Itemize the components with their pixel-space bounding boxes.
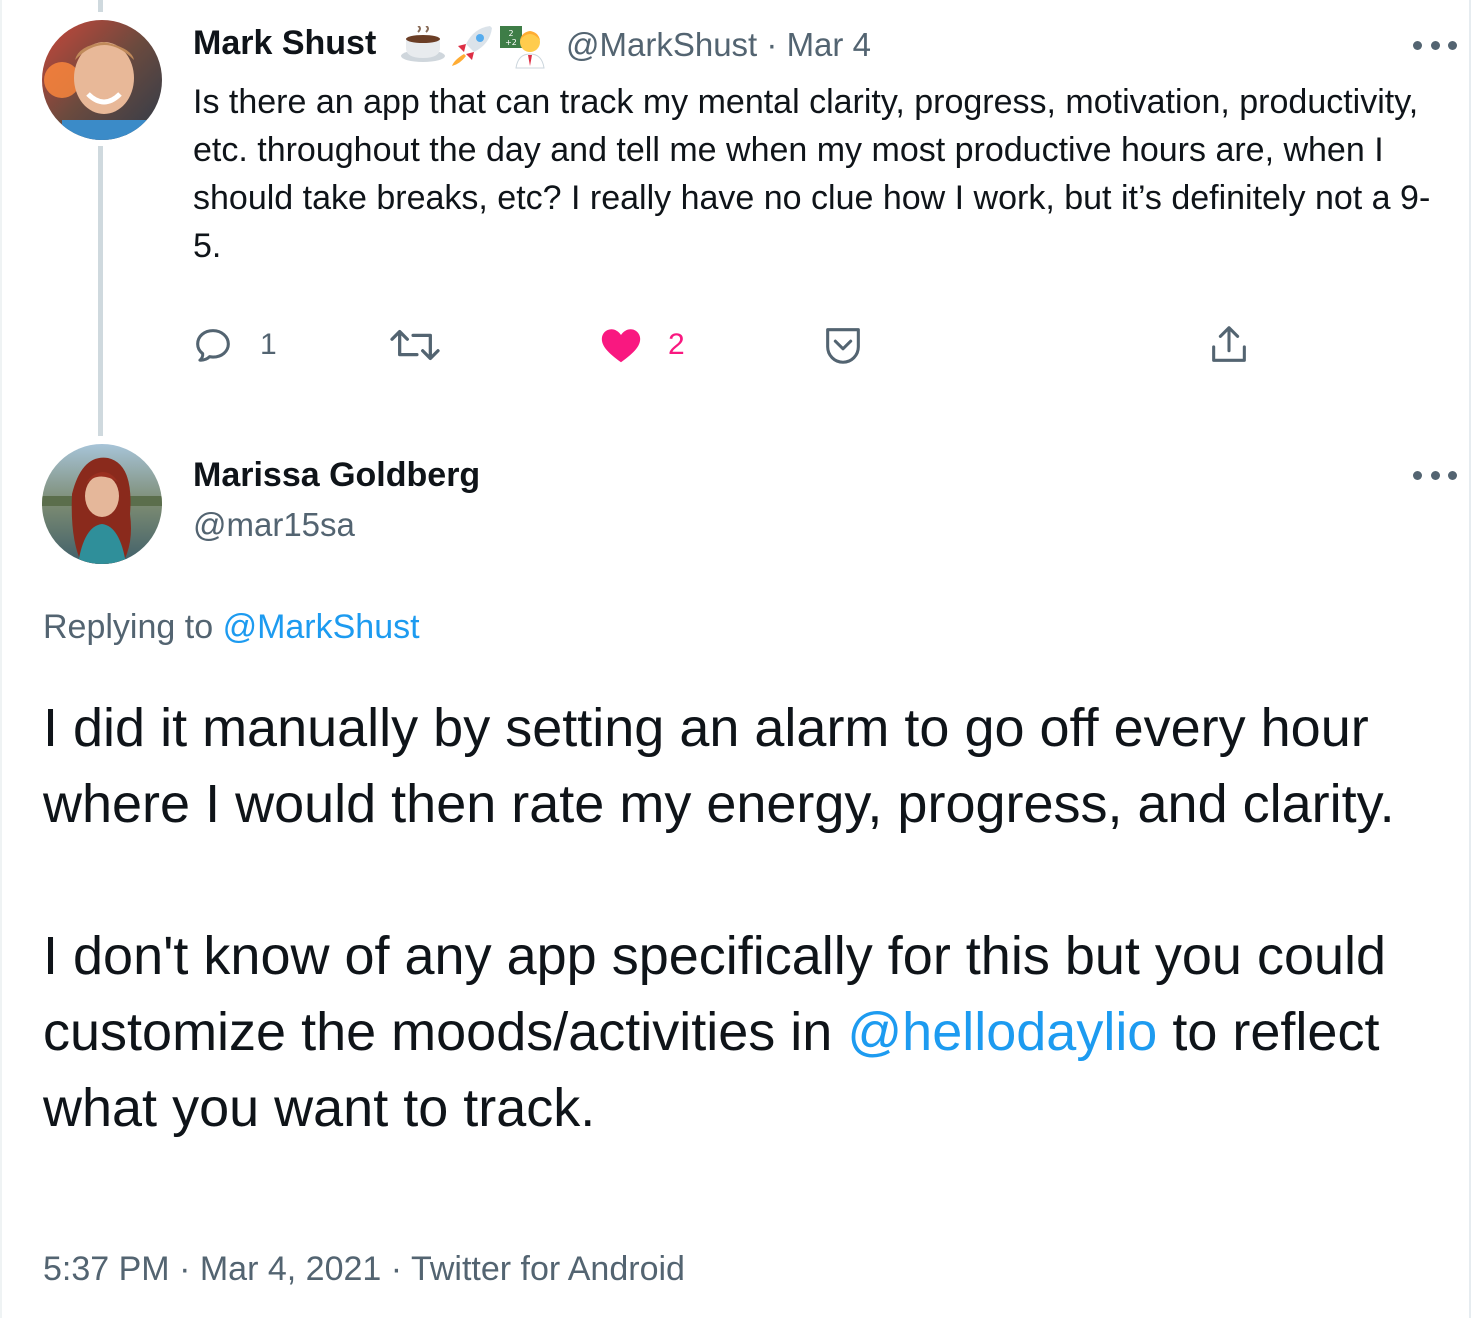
avatar-marissa-goldberg[interactable] xyxy=(42,444,162,564)
svg-text:2: 2 xyxy=(508,29,513,38)
author-emojis: 2 +2 xyxy=(400,22,546,70)
meta-separator: · xyxy=(179,1250,191,1288)
reply-tweet-text: I did it manually by setting an alarm to… xyxy=(43,690,1453,1146)
tweet-full-date[interactable]: Mar 4, 2021 xyxy=(200,1250,381,1288)
reply-button[interactable]: 1 xyxy=(190,320,277,370)
author-name[interactable]: Marissa Goldberg xyxy=(193,456,480,495)
author-handle[interactable]: @MarkShust xyxy=(566,26,757,63)
retweet-button[interactable] xyxy=(388,320,442,370)
tweet-meta: @MarkShust · Mar 4 xyxy=(566,26,871,64)
retweet-icon xyxy=(390,329,440,361)
reply-count: 1 xyxy=(260,328,277,361)
more-options-icon[interactable] xyxy=(1413,38,1457,52)
rocket-icon xyxy=(452,26,492,66)
tweet-actions: 1 2 xyxy=(190,320,1260,370)
svg-text:+2: +2 xyxy=(505,38,517,47)
bookmark-button[interactable] xyxy=(820,320,866,370)
replying-to-handle-link[interactable]: @MarkShust xyxy=(223,608,420,646)
share-icon xyxy=(1212,326,1246,362)
like-icon xyxy=(601,329,641,363)
replying-to: Replying to @MarkShust xyxy=(43,608,420,647)
thread-line xyxy=(98,146,103,436)
reply-paragraph-1: I did it manually by setting an alarm to… xyxy=(43,698,1395,834)
bookmark-icon xyxy=(826,328,860,364)
avatar-image xyxy=(42,20,162,140)
tweet-thread: Mark Shust 2 +2 @MarkShust · Mar 4 Is th… xyxy=(0,0,1471,1318)
teacher-icon: 2 +2 xyxy=(500,26,545,69)
author-handle[interactable]: @mar15sa xyxy=(193,506,355,544)
like-count: 2 xyxy=(668,328,685,361)
column-left-border xyxy=(0,0,2,1318)
tweet-date[interactable]: Mar 4 xyxy=(787,26,871,63)
avatar-mark-shust[interactable] xyxy=(42,20,162,140)
reply-icon xyxy=(196,329,230,362)
tweet-time[interactable]: 5:37 PM xyxy=(43,1250,170,1288)
tweet-text: Is there an app that can track my mental… xyxy=(193,83,1431,265)
thread-line-top xyxy=(98,0,103,12)
replying-to-label: Replying to xyxy=(43,608,214,646)
tweet-timestamp-meta: 5:37 PM · Mar 4, 2021 · Twitter for Andr… xyxy=(43,1250,685,1289)
author-name[interactable]: Mark Shust xyxy=(193,24,376,63)
avatar-image xyxy=(42,444,162,564)
mention-link[interactable]: @hellodaylio xyxy=(847,1002,1157,1062)
reply-paragraph-2: I don't know of any app specifically for… xyxy=(43,918,1453,1146)
share-button[interactable] xyxy=(1206,320,1252,370)
meta-separator: · xyxy=(766,26,778,63)
more-options-icon[interactable] xyxy=(1413,468,1457,482)
like-button[interactable]: 2 xyxy=(598,320,685,370)
meta-separator: · xyxy=(390,1250,403,1288)
coffee-icon xyxy=(401,26,445,62)
tweet-source[interactable]: Twitter for Android xyxy=(411,1250,685,1288)
